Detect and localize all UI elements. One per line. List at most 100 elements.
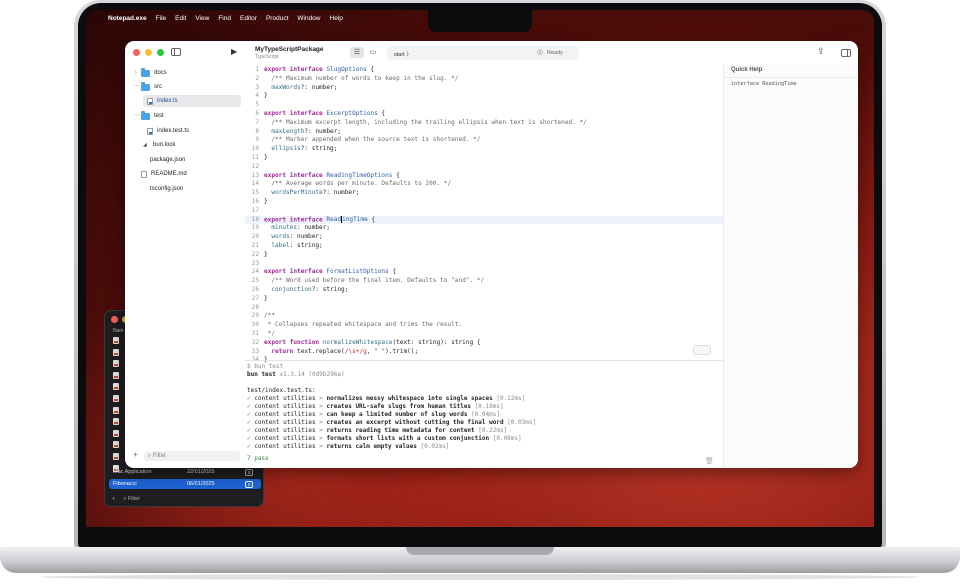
code-line[interactable]: 4}: [245, 92, 723, 101]
test-time: [0.04ms]: [471, 411, 500, 418]
share-icon[interactable]: ⇪: [817, 46, 825, 57]
status-icon: ◎: [537, 49, 544, 56]
check-icon: ✓: [247, 411, 251, 418]
filter-input[interactable]: ⌕ Filter: [143, 451, 240, 461]
navigator-item-src[interactable]: ﹀ src: [133, 81, 241, 93]
check-icon: ✓: [247, 395, 251, 402]
trash-icon[interactable]: 🗑: [705, 457, 714, 465]
code-line[interactable]: 9 /** Marker appended when the source te…: [245, 136, 723, 145]
laptop-shadow: [40, 574, 920, 580]
editor-options-icon[interactable]: [693, 345, 711, 355]
code-line[interactable]: 32 export function normalizeWhitespace(te…: [245, 339, 723, 348]
code-text: label: string;: [271, 242, 323, 249]
filter-placeholder: Filter: [127, 496, 141, 502]
menu-help[interactable]: Help: [330, 15, 343, 22]
navigator-item-tsconfig[interactable]: tsconfig.json: [150, 183, 241, 195]
test-result-line: ✓ content utilities > formats short list…: [247, 435, 522, 443]
code-line[interactable]: 6 export interface ExcerptOptions {: [245, 110, 723, 119]
code-line[interactable]: 17: [245, 207, 723, 216]
code-line[interactable]: 8 maxLength?: number;: [245, 128, 723, 137]
debug-console[interactable]: $ bun test bun test v1.3.14 (0d9b296a) t…: [245, 360, 723, 468]
code-line[interactable]: 30 * Collapses repeated whitespace and t…: [245, 321, 723, 330]
chat-icon[interactable]: ▭: [366, 47, 380, 58]
scheme-selector[interactable]: start 〉 ◎ Ready: [387, 46, 579, 60]
menu-edit[interactable]: Edit: [175, 15, 186, 22]
code-line[interactable]: 22}: [245, 251, 723, 260]
code-line[interactable]: 10 ellipsis?: string;: [245, 145, 723, 154]
code-text: export interface FormatListOptions {: [264, 268, 397, 276]
window-controls: [133, 49, 164, 56]
code-text: }: [264, 250, 268, 258]
laptop-mockup: Notepad.exe File Edit View Find Editor P…: [0, 0, 960, 586]
code-text: words: number;: [271, 233, 323, 241]
navigator-toggle-icon[interactable]: [171, 48, 181, 56]
line-number: 2: [255, 74, 259, 82]
code-line[interactable]: 26 conjunction?: string;: [245, 286, 723, 295]
code-line[interactable]: 16}: [245, 198, 723, 207]
menu-view[interactable]: View: [195, 15, 209, 22]
navigator-item-docs[interactable]: 〉 docs: [133, 67, 241, 79]
list-icon[interactable]: ☰: [350, 47, 364, 58]
code-line[interactable]: 11}: [245, 154, 723, 163]
add-icon[interactable]: +: [133, 451, 138, 461]
code-text: return text.replace(/\s+/g, " ").trim();: [271, 347, 419, 355]
inspector-toggle-icon[interactable]: [841, 49, 851, 57]
code-text: export function normalizeWhitespace(text…: [264, 338, 481, 346]
list-row[interactable]: Mac Application 22/01/2025 S: [109, 467, 261, 477]
code-editor[interactable]: 1 export interface SlugOptions {2 /** Max…: [245, 65, 723, 363]
code-line[interactable]: 28: [245, 304, 723, 313]
navigator-item-package-json[interactable]: package.json: [150, 154, 241, 166]
code-line[interactable]: 13 export interface ReadingTimeOptions {: [245, 172, 723, 181]
code-line[interactable]: 3 maxWords?: number;: [245, 84, 723, 93]
chevron-right-icon[interactable]: 〉: [133, 70, 141, 77]
menu-product[interactable]: Product: [266, 15, 288, 22]
navigator-item-index-test-ts[interactable]: index.test.ts: [147, 125, 241, 137]
runner-version: v1.3.14 (0d9b296a): [279, 371, 345, 378]
menu-find[interactable]: Find: [218, 15, 231, 22]
code-line[interactable]: 24 export interface FormatListOptions {: [245, 268, 723, 277]
code-line[interactable]: 7 /** Maximum excerpt length, including …: [245, 119, 723, 128]
menu-editor[interactable]: Editor: [240, 15, 257, 22]
chevron-down-icon[interactable]: ﹀: [133, 84, 141, 91]
close-button[interactable]: [133, 49, 140, 56]
chevron-down-icon[interactable]: ﹀: [133, 113, 141, 120]
code-line[interactable]: 5: [245, 101, 723, 110]
zoom-button[interactable]: [157, 49, 164, 56]
suite-name: content utilities: [254, 443, 316, 450]
code-line[interactable]: 14 /** Average words per minute. Default…: [245, 180, 723, 189]
file-icon-column: [113, 337, 121, 476]
navigator-item-readme[interactable]: README.md: [141, 168, 241, 180]
code-line[interactable]: 29 /**: [245, 312, 723, 321]
menu-window[interactable]: Window: [297, 15, 320, 22]
code-line[interactable]: 1 export interface SlugOptions {: [245, 66, 723, 75]
code-line[interactable]: 2 /** Maximum number of words to keep in…: [245, 75, 723, 84]
run-button[interactable]: ▶: [231, 47, 237, 56]
code-line[interactable]: 19 minutes: number;: [245, 224, 723, 233]
console-runner-line: bun test v1.3.14 (0d9b296a): [247, 371, 345, 379]
code-line[interactable]: 27}: [245, 295, 723, 304]
code-line[interactable]: 12: [245, 163, 723, 172]
menu-app-name[interactable]: Notepad.exe: [108, 15, 147, 22]
menu-file[interactable]: File: [156, 15, 166, 22]
navigator-item-index-ts[interactable]: index.ts: [143, 95, 241, 107]
list-row-selected[interactable]: Fibonacci 06/01/2025 S: [109, 479, 261, 489]
code-line[interactable]: 25 /** Word used before the final item. …: [245, 277, 723, 286]
project-name: MyTypeScriptPackage: [255, 46, 324, 53]
code-text: */: [264, 330, 276, 337]
column-header-name[interactable]: Nam: [113, 328, 124, 334]
code-line[interactable]: 33 return text.replace(/\s+/g, " ").trim…: [245, 348, 723, 357]
check-icon: ✓: [247, 443, 251, 450]
code-line[interactable]: 31 */: [245, 330, 723, 339]
filter-field[interactable]: ⌕ Filter: [123, 496, 140, 503]
code-line[interactable]: 20 words: number;: [245, 233, 723, 242]
code-line[interactable]: 18 export interface ReadingTime {: [245, 215, 723, 225]
code-text: * Collapses repeated whitespace and trim…: [264, 321, 463, 329]
navigator-item-bun-lock[interactable]: ◢ bun.lock: [143, 139, 241, 151]
add-icon[interactable]: +: [112, 496, 115, 503]
test-result-line: ✓ content utilities > returns calm empty…: [247, 443, 449, 451]
code-line[interactable]: 21 label: string;: [245, 242, 723, 251]
minimize-button[interactable]: [145, 49, 152, 56]
code-line[interactable]: 15 wordsPerMinute?: number;: [245, 189, 723, 198]
navigator-item-test[interactable]: ﹀ test: [133, 110, 241, 122]
close-button[interactable]: [111, 316, 118, 323]
